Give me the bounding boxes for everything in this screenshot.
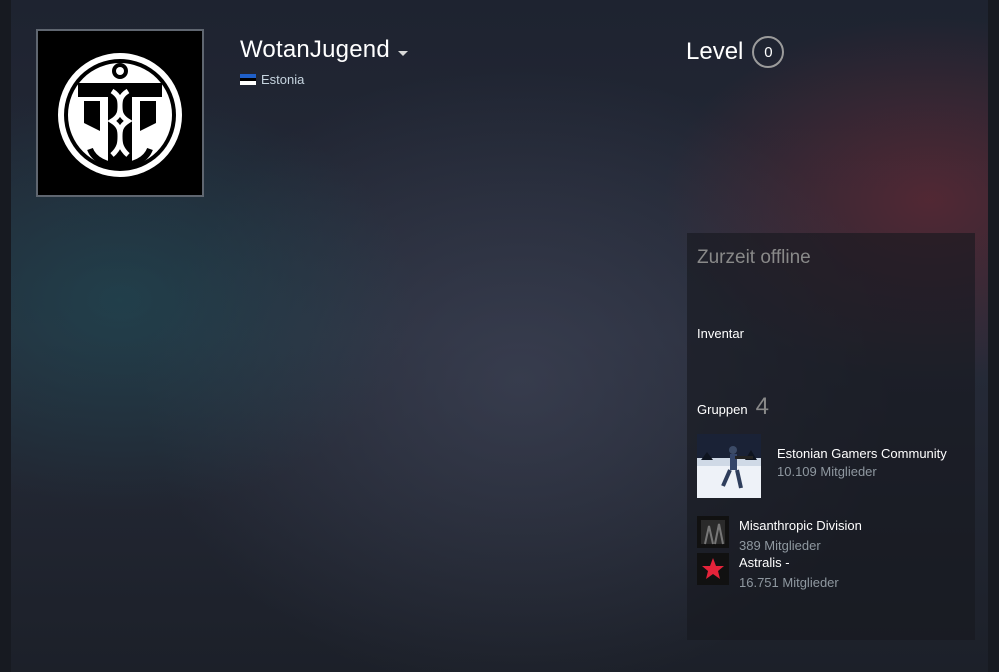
estonia-flag-icon	[240, 74, 256, 86]
persona-name: WotanJugend	[240, 36, 390, 63]
group-avatar-image[interactable]	[697, 553, 729, 585]
group-avatar-image[interactable]	[697, 434, 761, 498]
profile-level: Level 0	[686, 36, 785, 68]
avatar	[36, 29, 204, 197]
group-item[interactable]: Misanthropic Division 389 Mitglieder	[697, 516, 862, 553]
groups-count: 4	[755, 393, 769, 420]
group-name[interactable]: Estonian Gamers Community	[777, 446, 947, 461]
left-frame	[0, 0, 11, 672]
group-item[interactable]: Astralis - 16.751 Mitglieder	[697, 553, 839, 590]
avatar-emblem-image	[38, 31, 202, 195]
right-frame	[988, 0, 999, 672]
profile-sidebar-panel: Zurzeit offline Inventar Gruppen 4 Eston…	[687, 233, 975, 640]
country-name: Estonia	[261, 72, 305, 87]
group-member-count: 16.751 Mitglieder	[739, 575, 839, 590]
groups-header-link[interactable]: Gruppen 4	[697, 393, 769, 421]
group-name[interactable]: Misanthropic Division	[739, 518, 862, 533]
persona-name-row: WotanJugend	[240, 36, 408, 64]
online-status: Zurzeit offline	[697, 247, 811, 268]
level-label: Level	[686, 38, 744, 65]
group-avatar-image[interactable]	[697, 516, 729, 548]
level-badge[interactable]: 0	[752, 36, 785, 68]
group-member-count: 10.109 Mitglieder	[777, 464, 877, 479]
inventory-link[interactable]: Inventar	[697, 326, 744, 341]
group-item[interactable]: Estonian Gamers Community 10.109 Mitglie…	[697, 434, 947, 498]
group-member-count: 389 Mitglieder	[739, 538, 821, 553]
chevron-down-icon[interactable]	[397, 50, 408, 56]
profile-location: Estonia	[240, 72, 304, 87]
groups-label: Gruppen	[697, 402, 748, 417]
group-name[interactable]: Astralis -	[739, 555, 839, 570]
